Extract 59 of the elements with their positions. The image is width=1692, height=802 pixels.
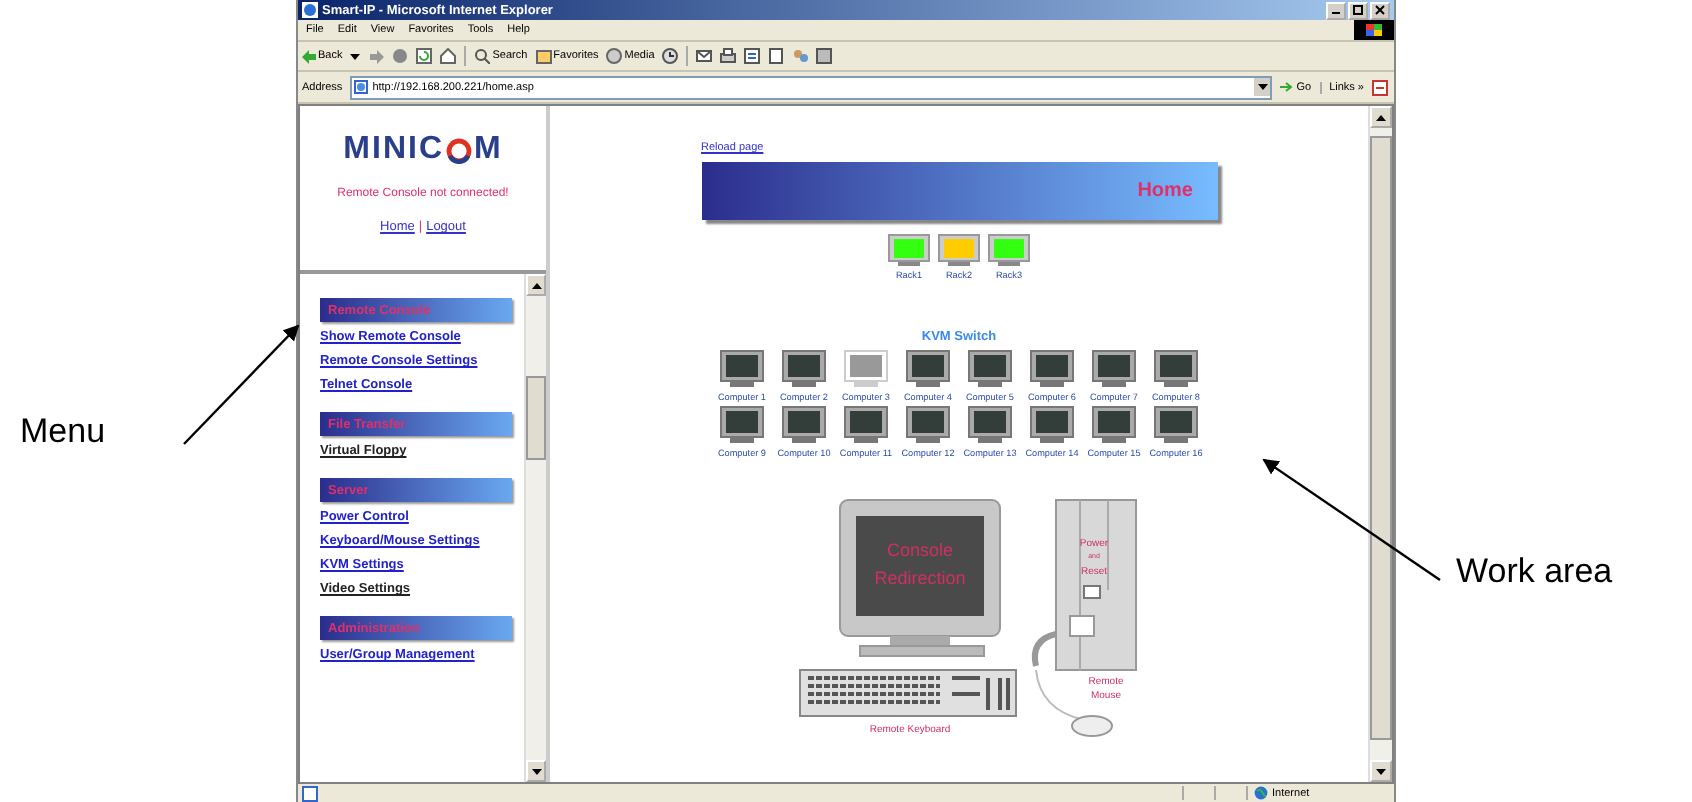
mail-icon[interactable] [696,48,713,64]
illustration-label: Redirection [873,568,965,588]
computer-monitor-icon[interactable] [1030,406,1074,444]
computer-monitor-icon[interactable] [1092,406,1136,444]
back-arrow-icon [302,49,316,63]
arrow-icon [1280,80,1295,94]
folder-icon [535,48,552,64]
windows-logo-icon [1354,20,1394,40]
rack-monitor-icon[interactable] [938,234,980,266]
scrollbar[interactable] [1368,106,1392,782]
computer-monitor-icon[interactable] [782,406,826,444]
maximize-icon [1352,4,1364,16]
scroll-down-icon[interactable] [1376,767,1386,775]
document-icon[interactable] [768,48,785,64]
caret-icon[interactable] [350,51,361,61]
scroll-up-icon[interactable] [1376,113,1386,121]
refresh-icon[interactable] [416,48,433,64]
page-icon [354,80,369,94]
edit-icon[interactable] [744,48,761,64]
page-icon [302,785,318,801]
close-button[interactable] [1370,1,1390,19]
annotation-label: Work area [1456,551,1613,591]
annotation-label: Menu [20,411,106,451]
computer-monitor-icon[interactable] [905,350,950,388]
globe-icon [1254,786,1268,800]
computer-monitor-icon[interactable] [781,350,826,388]
computer-monitor-icon[interactable] [1091,350,1136,388]
dropdown-button[interactable] [1254,78,1271,96]
scroll-up-icon[interactable] [531,281,541,289]
print-icon[interactable] [720,48,737,64]
computer-monitor-icon[interactable] [967,350,1012,388]
computer-monitor-icon[interactable] [1153,350,1198,388]
illustration-label: Console [885,540,953,560]
computer-monitor-icon[interactable] [968,406,1012,444]
home-icon[interactable] [440,48,457,64]
rack-monitor-icon[interactable] [988,234,1030,266]
computer-monitor-icon[interactable] [1154,406,1198,444]
scroll-down-icon[interactable] [531,767,541,775]
maximize-button[interactable] [1348,1,1368,19]
page-title: Home [1137,180,1193,202]
scroll-thumb[interactable] [526,376,546,460]
scrollbar[interactable] [524,274,546,782]
pointer-arrow [183,324,300,445]
history-icon[interactable] [662,48,679,64]
rack-monitor-icon[interactable] [888,234,930,266]
search-icon [474,48,491,64]
minimize-button[interactable] [1326,1,1346,19]
computer-monitor-icon[interactable] [1029,350,1074,388]
caret-icon [1257,83,1268,91]
company-logo: MINIC M [343,132,503,168]
computer-monitor-icon[interactable] [906,406,950,444]
computer-monitor-icon[interactable] [719,406,764,444]
computer-monitor-icon[interactable] [844,406,888,444]
stop-icon[interactable] [392,48,409,64]
scroll-thumb[interactable] [1370,136,1392,740]
disc-icon [606,48,623,64]
close-icon [1374,4,1386,16]
browser-icon [302,2,318,18]
computer-monitor-icon[interactable] [719,350,764,388]
